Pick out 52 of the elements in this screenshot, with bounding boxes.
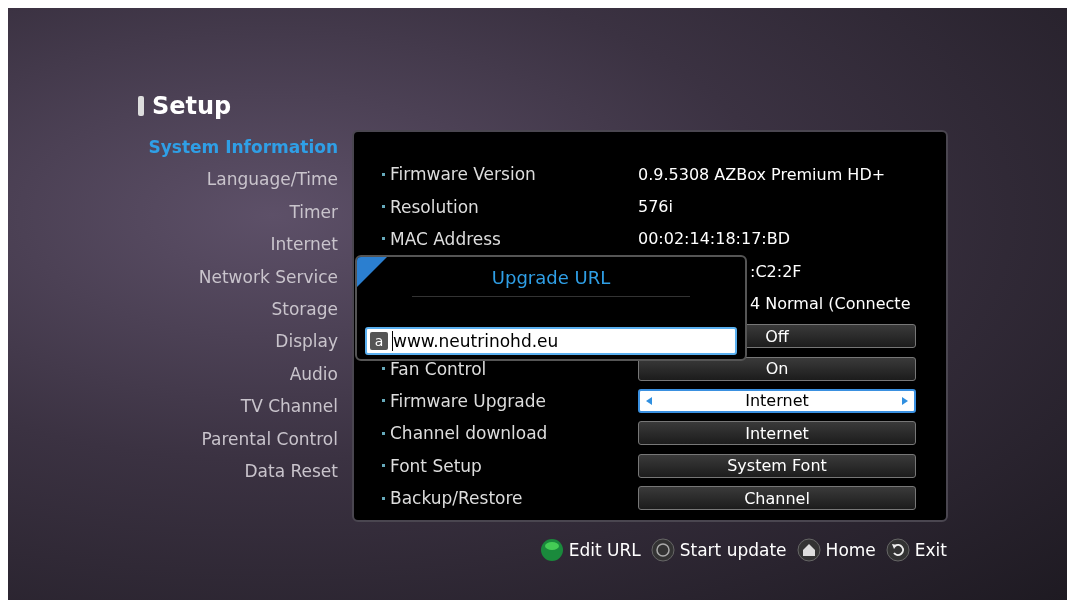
key-hint: Home — [825, 540, 876, 560]
bullet-icon — [381, 205, 385, 209]
setting-value: 00:02:14:18:17:BD — [638, 229, 792, 249]
sidebar-item[interactable]: Language/Time — [206, 164, 338, 197]
setting-label: MAC Address — [390, 228, 502, 249]
sidebar-item[interactable]: TV Channel — [240, 391, 338, 424]
option-button[interactable]: System Font — [638, 453, 916, 478]
right-arrow-icon — [900, 395, 910, 406]
key-hint: Exit — [914, 540, 947, 560]
sidebar-item[interactable]: Parental Control — [201, 423, 338, 456]
sidebar-item[interactable]: Network Service — [198, 261, 338, 294]
option-button[interactable]: Internet — [638, 421, 916, 446]
key-hint: Start update — [679, 540, 787, 560]
round-button-icon — [539, 538, 564, 562]
bullet-icon — [381, 172, 385, 176]
back-icon — [885, 538, 910, 562]
left-arrow-icon — [644, 395, 654, 406]
setting-label: Font Setup — [390, 455, 483, 476]
option-button[interactable]: On — [638, 356, 916, 381]
option-button[interactable]: Channel — [638, 486, 916, 511]
setting-label: Fan Control — [390, 358, 488, 379]
sidebar-item[interactable]: Display — [275, 326, 338, 359]
url-input-field[interactable]: a www.neutrinohd.eu — [365, 327, 737, 355]
bullet-icon — [381, 367, 385, 371]
sidebar-item[interactable]: Storage — [271, 293, 338, 327]
bullet-icon — [381, 464, 385, 468]
bullet-icon — [381, 237, 385, 241]
dialog-title: Upgrade URL — [490, 267, 612, 288]
sidebar-item[interactable]: Audio — [289, 358, 338, 392]
bullet-icon — [381, 399, 385, 403]
key-hint: Edit URL — [568, 540, 641, 560]
bullet-icon — [381, 496, 385, 500]
bullet-icon — [381, 431, 385, 435]
sidebar-item[interactable]: Internet — [270, 229, 338, 262]
setting-value: 4 Normal (Connecte — [749, 294, 912, 314]
input-mode-indicator: a — [370, 332, 388, 350]
setting-label: Backup/Restore — [390, 488, 524, 509]
page-title: Setup — [152, 92, 232, 120]
ok-button-icon — [650, 538, 675, 562]
corner-accent-icon — [357, 257, 387, 287]
sidebar-item[interactable]: Timer — [289, 196, 338, 230]
setting-label: Channel download — [390, 423, 549, 444]
home-icon — [796, 538, 821, 562]
setting-value: :C2:2F — [749, 261, 803, 281]
setting-label: Resolution — [390, 196, 480, 217]
title-marker — [138, 96, 144, 116]
setting-label: Firmware Version — [390, 164, 537, 185]
setting-label: Firmware Upgrade — [390, 390, 547, 411]
option-selector[interactable]: Internet — [638, 388, 916, 413]
setting-value: 0.9.5308 AZBox Premium HD+ — [638, 164, 887, 184]
setting-value: 576i — [638, 197, 674, 217]
sidebar-item[interactable]: Data Reset — [244, 455, 338, 489]
